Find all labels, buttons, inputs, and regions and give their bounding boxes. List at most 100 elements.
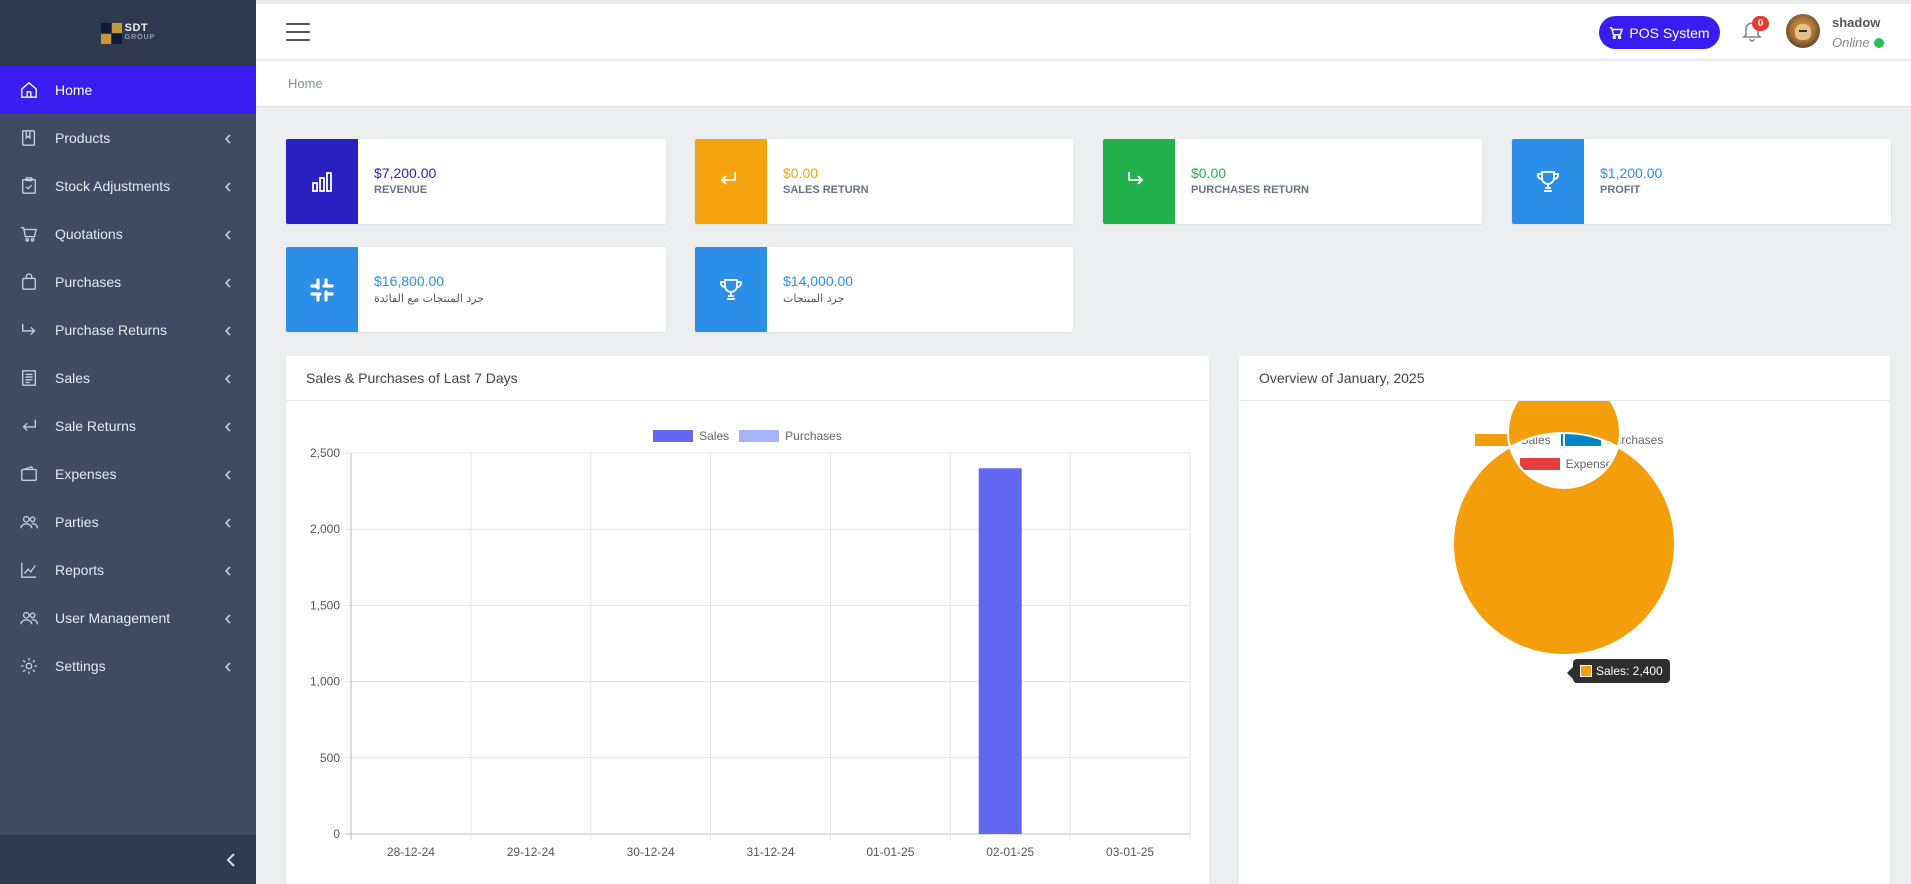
x-tick-label: 01-01-25: [866, 845, 914, 859]
breadcrumb: Home: [288, 76, 323, 91]
chevron-left-icon: [224, 611, 238, 625]
tooltip-swatch: [1580, 665, 1592, 677]
bar-chart-icon: [286, 139, 358, 224]
stat-card: $16,800.00 جرد المنتجات مع الفائدة: [286, 247, 666, 332]
x-tick-label: 30-12-24: [627, 845, 675, 859]
book-icon: [19, 128, 39, 148]
pos-system-button[interactable]: POS System: [1599, 16, 1720, 49]
sidebar-item-purchase-returns[interactable]: Purchase Returns: [0, 306, 256, 354]
stat-card: $14,000.00 جرد المنتجات: [695, 247, 1073, 332]
chevron-left-icon: [224, 179, 238, 193]
graph-up-icon: [19, 560, 39, 580]
sidebar-item-label: Settings: [55, 658, 106, 674]
stat-label: جرد المنتجات: [783, 292, 845, 305]
logo-text: SDT GROUP: [125, 23, 156, 43]
stat-label: PURCHASES RETURN: [1191, 184, 1309, 196]
stat-value: $0.00: [1191, 165, 1227, 181]
stat-value: $16,800.00: [374, 273, 445, 289]
sidebar-item-label: Reports: [55, 562, 105, 578]
sidebar-item-home[interactable]: Home: [0, 66, 256, 114]
chevron-left-icon: [224, 227, 238, 241]
receipt-icon: [19, 368, 39, 388]
chevron-left-icon: [224, 467, 238, 481]
sidebar-item-label: Stock Adjustments: [55, 178, 171, 194]
logo-squares-icon: [100, 22, 122, 44]
chevron-left-icon: [224, 323, 238, 337]
notification-count-badge: 0: [1752, 16, 1769, 31]
arrow-return-left-icon: [695, 139, 767, 224]
sidebar-item-label: Expenses: [55, 466, 117, 482]
stat-card: $0.00 PURCHASES RETURN: [1103, 139, 1482, 224]
people-icon: [19, 512, 39, 532]
stat-label: PROFIT: [1600, 184, 1641, 196]
sidebar-nav: Home Products Stock Adjustments Quotations P…: [0, 66, 256, 690]
logo-subtitle: GROUP: [124, 34, 156, 41]
donut-chart-title: Overview of January, 2025: [1239, 356, 1890, 401]
y-tick-label: 0: [333, 827, 340, 841]
bar-sales: [978, 468, 1022, 834]
stat-label: SALES RETURN: [783, 184, 869, 196]
y-tick-label: 1,000: [310, 675, 340, 689]
x-tick-label: 29-12-24: [507, 845, 555, 859]
gear-icon: [19, 656, 39, 676]
bar-chart: 2,500 2,000 1,500 1,000 500 0 28-12-24 29-12-24…: [310, 446, 1191, 859]
sidebar-item-quotations[interactable]: Quotations: [0, 210, 256, 258]
user-status: Online: [1832, 35, 1884, 50]
sidebar-item-label: Home: [55, 82, 93, 98]
chevron-left-icon: [224, 659, 238, 673]
y-tick-label: 500: [320, 751, 340, 765]
cart-icon: [19, 224, 39, 244]
sidebar-item-stock-adjustments[interactable]: Stock Adjustments: [0, 162, 256, 210]
sidebar-item-parties[interactable]: Parties: [0, 498, 256, 546]
user-name[interactable]: shadow: [1832, 15, 1880, 30]
chevron-left-icon: [224, 515, 238, 529]
stat-label: جرد المنتجات مع الفائدة: [374, 292, 485, 305]
bag-icon: [19, 272, 39, 292]
y-tick-label: 1,500: [310, 598, 340, 612]
tooltip-text: Sales: 2,400: [1596, 664, 1663, 678]
online-status-icon: [1873, 37, 1884, 48]
menu-toggle-button[interactable]: [286, 23, 310, 43]
user-avatar[interactable]: [1786, 14, 1820, 48]
sidebar-item-purchases[interactable]: Purchases: [0, 258, 256, 306]
sales-purchases-panel: Sales & Purchases of Last 7 Days Sales Pu…: [286, 356, 1209, 884]
breadcrumb-bar: Home: [256, 61, 1911, 107]
stat-card: $0.00 SALES RETURN: [695, 139, 1073, 224]
chevron-left-icon: [224, 131, 238, 145]
sidebar-item-label: Sales: [55, 370, 91, 386]
stat-value: $0.00: [783, 165, 819, 181]
brand-logo[interactable]: SDT GROUP: [0, 0, 256, 66]
people-icon: [19, 608, 39, 628]
chevron-left-icon: [226, 852, 235, 867]
sidebar-item-label: Sale Returns: [55, 418, 136, 434]
sidebar-item-label: User Management: [55, 610, 171, 626]
trophy-icon: [695, 247, 767, 332]
wallet-icon: [19, 464, 39, 484]
pos-system-label: POS System: [1629, 24, 1710, 41]
sidebar-item-label: Quotations: [55, 226, 123, 242]
sidebar-item-reports[interactable]: Reports: [0, 546, 256, 594]
arrow-return-right-icon: [1103, 139, 1175, 224]
cart-icon: [1610, 26, 1624, 39]
overview-panel: Overview of January, 2025 Sales Purchases…: [1239, 356, 1890, 884]
x-tick-label: 31-12-24: [746, 845, 794, 859]
sidebar-item-products[interactable]: Products: [0, 114, 256, 162]
sidebar-item-label: Parties: [55, 514, 99, 530]
chevron-left-icon: [224, 419, 238, 433]
sidebar: SDT GROUP Home Products Stock Adjustments Q…: [0, 0, 256, 884]
sidebar-item-sales[interactable]: Sales: [0, 354, 256, 402]
sidebar-item-sale-returns[interactable]: Sale Returns: [0, 402, 256, 450]
sidebar-item-label: Purchase Returns: [55, 322, 168, 338]
sidebar-item-label: Products: [55, 130, 111, 146]
sidebar-item-user-management[interactable]: User Management: [0, 594, 256, 642]
sidebar-item-expenses[interactable]: Expenses: [0, 450, 256, 498]
sidebar-item-settings[interactable]: Settings: [0, 642, 256, 690]
stat-value: $14,000.00: [783, 273, 854, 289]
clipboard-check-icon: [19, 176, 39, 196]
donut-tooltip: Sales: 2,400: [1567, 659, 1670, 683]
logo-mark: SDT GROUP: [100, 22, 156, 44]
topbar: POS System 0 shadow Online: [256, 4, 1911, 60]
chevron-left-icon: [224, 371, 238, 385]
sidebar-collapse-button[interactable]: [0, 835, 256, 884]
stat-label: REVENUE: [374, 184, 428, 196]
